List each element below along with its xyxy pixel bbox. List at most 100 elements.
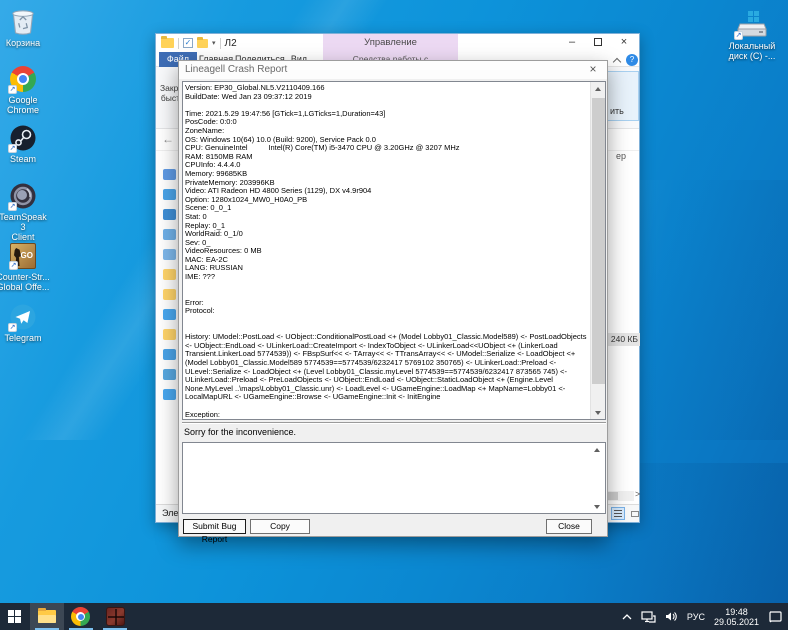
crash-report-dialog: Lineagell Crash Report × Version: EP30_G…	[178, 60, 608, 537]
steam-icon: ↗	[10, 125, 36, 151]
crash-report-text-area[interactable]: Version: EP30_Global.NL5.V2110409.166 Bu…	[182, 81, 606, 420]
taskbar-explorer-button[interactable]	[30, 603, 64, 630]
desktop-icon-telegram[interactable]: ↗ Telegram	[0, 304, 50, 343]
dialog-titlebar[interactable]: Lineagell Crash Report ×	[179, 61, 607, 79]
copy-button[interactable]: Copy	[250, 519, 310, 534]
quick-access-toolbar: ✓ ▾ Л2	[161, 36, 237, 50]
file-size-cell[interactable]: 240 КБ	[607, 333, 640, 346]
folder-icon[interactable]	[163, 269, 176, 280]
desktop-icon-teamspeak[interactable]: ↗ TeamSpeak 3 Client	[0, 183, 50, 242]
maximize-button[interactable]	[585, 34, 611, 52]
documents-icon[interactable]	[163, 229, 176, 240]
chrome-icon	[71, 607, 90, 626]
comment-scrollbar[interactable]	[590, 443, 605, 513]
explorer-icon	[38, 610, 56, 623]
scrollbar-thumb[interactable]	[592, 98, 605, 384]
thumbnails-view-button[interactable]	[628, 507, 642, 520]
desktop-icon-label: Steam	[0, 154, 50, 164]
submit-bug-report-button[interactable]: Submit Bug Report	[183, 519, 246, 534]
desktop-icon-label: TeamSpeak 3 Client	[0, 212, 50, 242]
desktop-icon-label: Google Chrome	[0, 95, 50, 115]
window-close-button[interactable]: ×	[611, 34, 637, 52]
game-icon	[106, 607, 125, 626]
explorer-titlebar[interactable]: ✓ ▾ Л2 Управление – ×	[156, 34, 639, 52]
desktop-icon-recycle-bin[interactable]: Корзина	[0, 5, 50, 48]
local-disk-icon: ↗	[736, 10, 768, 38]
shortcut-arrow-icon: ↗	[734, 31, 743, 40]
minimize-button[interactable]: –	[559, 34, 585, 52]
teamspeak-icon: ↗	[10, 183, 36, 209]
windows-logo-icon	[8, 610, 21, 623]
details-view-button[interactable]	[611, 507, 625, 520]
shortcut-arrow-icon: ↗	[8, 202, 17, 211]
sorry-message: Sorry for the inconvenience.	[184, 427, 296, 437]
folder-icon[interactable]	[163, 289, 176, 300]
onedrive-icon[interactable]	[163, 389, 176, 400]
ribbon-button-fragment[interactable]: ить	[606, 71, 639, 121]
clock[interactable]: 19:48 29.05.2021	[714, 607, 759, 627]
quick-access-icon[interactable]	[163, 169, 176, 180]
desktop-nav-icon[interactable]	[163, 189, 176, 200]
system-tray: РУС 19:48 29.05.2021	[622, 603, 782, 630]
scroll-right-icon[interactable]: >	[635, 489, 640, 499]
shortcut-arrow-icon: ↗	[8, 144, 17, 153]
scroll-up-icon[interactable]	[591, 82, 606, 95]
desktop-icon-label: Корзина	[0, 38, 50, 48]
maximize-icon	[594, 38, 602, 46]
comment-box	[182, 442, 606, 514]
start-button[interactable]	[0, 603, 30, 630]
desktop: Корзина ↗ Google Chrome ↗ Steam	[0, 0, 788, 630]
ribbon-collapse-icon[interactable]	[612, 55, 622, 65]
desktop-icon-local-disk[interactable]: ↗ Локальный диск (С) -...	[722, 10, 782, 61]
qat-customize-icon[interactable]: ▾	[212, 39, 216, 47]
this-pc-icon[interactable]	[163, 349, 176, 360]
desktop-icon-google-chrome[interactable]: ↗ Google Chrome	[0, 66, 50, 115]
onedrive-icon[interactable]	[163, 309, 176, 320]
network-nav-icon[interactable]	[163, 369, 176, 380]
csgo-icon: GO ↗	[10, 243, 36, 269]
shortcut-arrow-icon: ↗	[9, 261, 18, 270]
close-button[interactable]: Close	[546, 519, 592, 534]
volume-icon[interactable]	[665, 611, 678, 622]
crash-report-text: Version: EP30_Global.NL5.V2110409.166 Bu…	[185, 84, 588, 418]
report-scrollbar[interactable]	[590, 82, 605, 419]
explorer-window-icon	[161, 38, 174, 48]
back-icon[interactable]: ←	[162, 132, 174, 146]
csgo-go-text: GO	[21, 251, 33, 260]
desktop-icon-csgo[interactable]: GO ↗ Counter-Str... Global Offe...	[0, 243, 50, 292]
tray-time: 19:48	[714, 607, 759, 617]
desktop-icon-label: Telegram	[0, 333, 50, 343]
explorer-window-title: Л2	[225, 38, 237, 49]
downloads-icon[interactable]	[163, 209, 176, 220]
folder-icon[interactable]	[163, 329, 176, 340]
scroll-down-icon[interactable]	[590, 500, 605, 513]
new-folder-icon[interactable]	[197, 39, 208, 48]
hidden-icons-chevron-icon[interactable]	[622, 614, 632, 620]
taskbar-game-button[interactable]	[98, 603, 132, 630]
properties-icon[interactable]: ✓	[183, 38, 193, 48]
desktop-icon-label: Counter-Str... Global Offe...	[0, 272, 50, 292]
dialog-title: Lineagell Crash Report	[185, 64, 287, 75]
scroll-down-icon[interactable]	[591, 406, 606, 419]
column-header-fragment[interactable]: ер	[616, 151, 626, 161]
shortcut-arrow-icon: ↗	[8, 85, 17, 94]
contextual-tab-group: Управление	[323, 34, 458, 52]
desktop-icon-label: Локальный диск (С) -...	[722, 41, 782, 61]
scroll-up-icon[interactable]	[590, 443, 605, 456]
shortcut-arrow-icon: ↗	[8, 323, 17, 332]
telegram-icon: ↗	[10, 304, 36, 330]
dialog-separator	[182, 422, 606, 424]
language-indicator[interactable]: РУС	[687, 612, 705, 622]
comment-input[interactable]	[185, 445, 588, 511]
network-icon[interactable]	[641, 611, 656, 623]
pictures-icon[interactable]	[163, 249, 176, 260]
recycle-bin-icon	[10, 5, 36, 35]
taskbar-chrome-button[interactable]	[64, 603, 98, 630]
desktop-icon-steam[interactable]: ↗ Steam	[0, 125, 50, 164]
tray-date: 29.05.2021	[714, 617, 759, 627]
dialog-close-button[interactable]: ×	[579, 61, 607, 79]
notification-center-icon[interactable]	[768, 611, 782, 623]
chrome-icon: ↗	[10, 66, 36, 92]
taskbar: РУС 19:48 29.05.2021	[0, 603, 788, 630]
help-icon[interactable]: ?	[626, 54, 638, 66]
